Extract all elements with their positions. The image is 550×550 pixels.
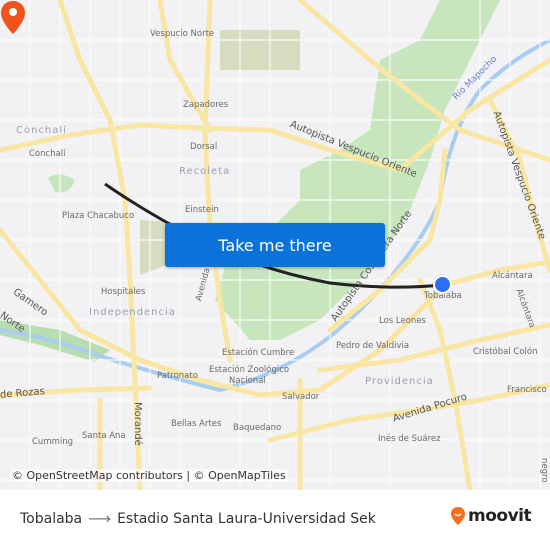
arrow-right-icon: ⟶ [88,509,112,528]
map-label: Estación Zoológico [209,365,290,375]
map[interactable]: Vespucio Norte Zapadores Conchalí Concha… [0,0,550,490]
map-label: Cumming [32,437,74,447]
moovit-pin-icon [451,507,465,525]
map-label: Dorsal [190,142,218,152]
route-title: Tobalaba ⟶ Estadio Santa Laura-Universid… [20,509,376,528]
map-label: Zapadores [183,100,229,110]
map-label: Nacional [229,376,266,386]
map-label: Los Leones [379,316,426,326]
map-label: Estación Cumbre [222,348,295,358]
moovit-logo[interactable]: moovit [450,506,532,526]
route-origin: Tobalaba [20,510,83,527]
map-label: Santa Ana [82,431,126,441]
map-label: Hospitales [101,287,146,297]
map-label: Vespucio Norte [150,29,215,39]
map-label: Conchalí [29,149,66,159]
district-label: Independencia [89,307,176,318]
map-label: Patronato [157,371,198,381]
map-label: negro [539,458,549,483]
map-label: Einstein [185,205,219,215]
district-label: Providencia [365,376,434,387]
district-label: Conchalí [16,125,67,136]
footer: Tobalaba ⟶ Estadio Santa Laura-Universid… [0,490,550,550]
map-label: Bellas Artes [171,419,222,429]
map-label: Plaza Chacabuco [62,211,135,221]
take-me-there-button[interactable]: Take me there [165,223,385,267]
map-label: Morandé [132,402,143,446]
map-label: Pedro de Valdivia [336,341,410,351]
map-label: Inés de Suárez [378,434,441,444]
park-north [220,30,300,70]
destination-pin-icon[interactable] [0,0,26,36]
origin-marker[interactable] [433,275,452,294]
district-label: Recoleta [179,166,231,177]
map-label: Salvador [282,392,320,402]
map-attribution[interactable]: © OpenStreetMap contributors | © OpenMap… [10,469,288,482]
moovit-wordmark: moovit [468,506,532,526]
map-label: Alcántara [492,271,533,281]
map-label: Baquedano [233,423,282,433]
map-label: Cristóbal Colón [473,347,538,357]
park-small [48,174,75,193]
map-label: Francisco B [507,385,550,395]
route-destination: Estadio Santa Laura-Universidad Sek [117,510,376,527]
